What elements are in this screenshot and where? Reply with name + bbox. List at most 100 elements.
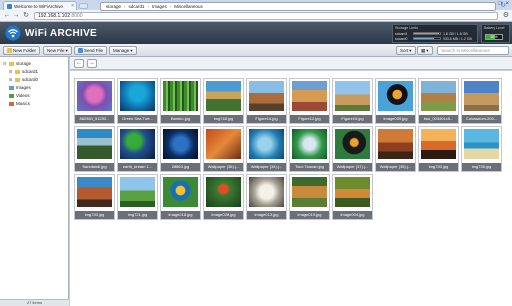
url-input[interactable]: 192.168.1.102:8000	[34, 12, 498, 20]
file-name: img721.jpg	[118, 211, 157, 219]
image-preview	[120, 81, 155, 111]
file-name: Toco Toucan.jpg	[290, 163, 329, 171]
file-name: image039.jpg	[376, 115, 415, 123]
breadcrumb-item[interactable]: Miscellaneous	[172, 4, 205, 9]
file-thumbnail[interactable]: img735.jpg	[461, 126, 502, 172]
sort-button[interactable]: Sort ▾	[396, 46, 416, 55]
storage-usage-fill	[414, 38, 434, 39]
view-mode-button[interactable]: ▦ ▾	[417, 46, 433, 55]
folder-icon	[15, 77, 20, 82]
file-thumbnail[interactable]: img730.jpg	[74, 174, 115, 220]
back-arrow-icon[interactable]: ←	[3, 12, 11, 20]
storage-unit-name: sdcard0	[395, 36, 408, 41]
file-name: earth_dream 1...	[118, 163, 157, 171]
send-file-button[interactable]: Send File	[74, 46, 108, 55]
url-host: 192.168.1.102	[38, 13, 70, 19]
tree-item-images[interactable]: Images	[9, 85, 31, 90]
file-thumbnail[interactable]: img730.jpg	[418, 126, 459, 172]
image-preview	[292, 129, 327, 159]
tree-item-musics[interactable]: Musics	[9, 101, 30, 106]
image-preview	[464, 129, 499, 159]
file-thumbnail[interactable]: bsd_003401c5...	[418, 78, 459, 124]
storage-units-panel: Storage Units sdcard1 1.8 GB / 1.8 GB sd…	[392, 24, 478, 43]
breadcrumb-item[interactable]: storage	[104, 4, 123, 9]
tree-item-videos[interactable]: Videos	[9, 93, 30, 98]
file-name: image013.jpg	[247, 211, 286, 219]
file-thumbnail[interactable]: img748.jpg	[203, 78, 244, 124]
search-input[interactable]: Search in Miscellaneous	[437, 46, 509, 55]
browser-tab[interactable]: Welcome to WiFiArchive ×	[3, 1, 77, 10]
new-folder-button[interactable]: New Folder	[3, 46, 41, 55]
manage-button[interactable]: Manage ▾	[109, 46, 137, 55]
tree-item-storage[interactable]: ⊟ storage	[3, 61, 31, 66]
file-thumbnail[interactable]: image039.jpg	[375, 78, 416, 124]
image-preview	[120, 129, 155, 159]
forward-arrow-icon[interactable]: →	[87, 59, 97, 68]
file-grid: 882584_51252... Green Sea Turt... Bambo.…	[70, 71, 512, 306]
file-thumbnail[interactable]: Sandiandi.jpg	[74, 126, 115, 172]
file-name: image028.jpg	[204, 211, 243, 219]
file-thumbnail[interactable]: Figure12.jpg	[289, 78, 330, 124]
file-thumbnail[interactable]: Toco Toucan.jpg	[289, 126, 330, 172]
file-thumbnail[interactable]: image013.jpg	[246, 174, 287, 220]
image-preview	[206, 129, 241, 159]
file-thumbnail[interactable]: Figure14.jpg	[246, 78, 287, 124]
image-preview	[378, 81, 413, 111]
item-count-status: 27 items	[0, 299, 69, 306]
file-thumbnail[interactable]: Wallpaper (35).j...	[375, 126, 416, 172]
new-file-button[interactable]: New File ▾	[43, 46, 72, 55]
file-thumbnail[interactable]: Wallpaper (36).j...	[203, 126, 244, 172]
forward-arrow-icon[interactable]: →	[12, 12, 20, 20]
file-thumbnail[interactable]: Figure15.jpg	[332, 78, 373, 124]
image-preview	[163, 129, 198, 159]
file-thumbnail[interactable]: Bambo.jpg	[160, 78, 201, 124]
file-name: img730.jpg	[75, 211, 114, 219]
image-preview	[77, 81, 112, 111]
file-thumbnail[interactable]: Colosseum-200...	[461, 78, 502, 124]
reload-icon[interactable]: ↻	[22, 12, 30, 20]
image-preview	[163, 81, 198, 111]
chevron-right-icon: ›	[169, 4, 172, 9]
file-name: Sandiandi.jpg	[75, 163, 114, 171]
images-icon	[9, 85, 14, 90]
storage-usage-bar	[413, 37, 441, 40]
collapse-icon[interactable]: ⊟	[3, 61, 7, 66]
file-thumbnail[interactable]: Green Sea Turt...	[117, 78, 158, 124]
battery-bar: 58%	[485, 34, 503, 40]
file-name: bsd_003401c5...	[419, 115, 458, 123]
expand-icon[interactable]: ⊞	[9, 69, 13, 74]
wifi-favicon-icon	[7, 3, 12, 9]
file-thumbnail[interactable]: image004.jpg	[332, 174, 373, 220]
file-thumbnail[interactable]: image019.jpg	[289, 174, 330, 220]
image-preview	[292, 81, 327, 111]
file-thumbnail[interactable]: image028.jpg	[203, 174, 244, 220]
file-name: Wallpaper (34).j...	[247, 163, 286, 171]
breadcrumb-item[interactable]: sdcard1	[127, 4, 147, 9]
image-preview	[421, 129, 456, 159]
breadcrumb-item[interactable]: Images	[150, 4, 169, 9]
file-name: Wallpaper (35).j...	[376, 163, 415, 171]
file-name: 882584_51252...	[75, 115, 114, 123]
file-thumbnail[interactable]: img721.jpg	[117, 174, 158, 220]
image-preview	[335, 81, 370, 111]
close-tab-icon[interactable]: ×	[71, 3, 74, 9]
url-port: :8000	[69, 13, 83, 19]
wrench-menu-icon[interactable]: ⚙	[503, 12, 509, 20]
file-thumbnail[interactable]: 28863.jpg	[160, 126, 201, 172]
refresh-icon[interactable]: ↻	[498, 2, 508, 11]
file-name: 28863.jpg	[161, 163, 200, 171]
back-arrow-icon[interactable]: ←	[74, 59, 84, 68]
file-name: Green Sea Turt...	[118, 115, 157, 123]
chevron-right-icon: ›	[124, 4, 126, 9]
file-thumbnail[interactable]: earth_dream 1...	[117, 126, 158, 172]
storage-unit-row: sdcard0 933.8 MB / 1.2 GB	[393, 36, 477, 41]
expand-icon[interactable]: ⊞	[9, 77, 13, 82]
tree-item-sdcard1[interactable]: ⊞ sdcard1	[9, 69, 38, 74]
tree-item-sdcard0[interactable]: ⊞ sdcard0	[9, 77, 38, 82]
file-thumbnail[interactable]: image018.jpg	[160, 174, 201, 220]
file-thumbnail[interactable]: 882584_51252...	[74, 78, 115, 124]
new-tab-button[interactable]	[79, 3, 88, 9]
file-thumbnail[interactable]: Wallpaper (34).j...	[246, 126, 287, 172]
image-preview	[77, 129, 112, 159]
file-thumbnail[interactable]: Wallpaper (37).j...	[332, 126, 373, 172]
